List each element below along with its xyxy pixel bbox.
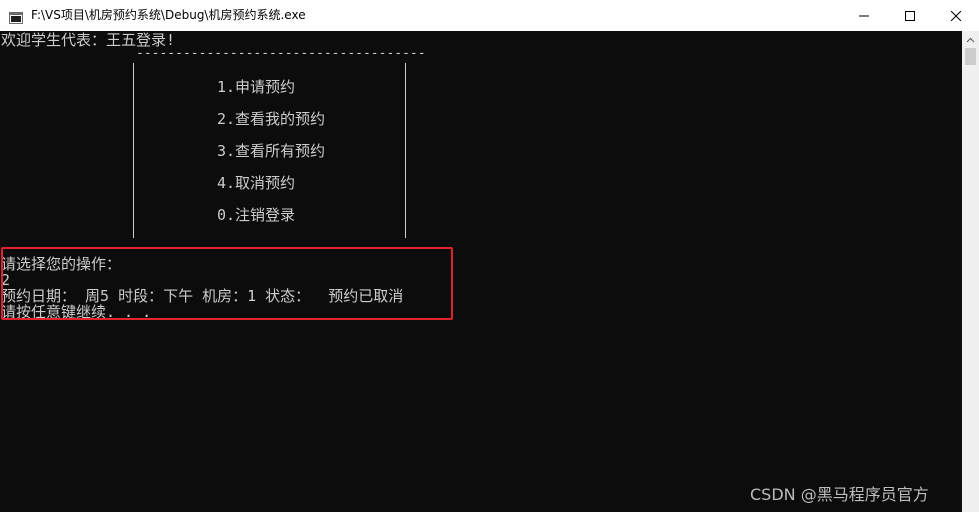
title-bar[interactable]: F:\VS项目\机房预约系统\Debug\机房预约系统.exe: [0, 0, 979, 31]
vertical-scrollbar[interactable]: [962, 31, 979, 512]
scroll-thumb[interactable]: [965, 48, 976, 65]
console-output[interactable]: 欢迎学生代表：王五登录! ---------------------------…: [0, 31, 962, 512]
console-app-icon: [9, 9, 23, 24]
minimize-icon: [859, 6, 869, 25]
menu-divider: -------------------------------------: [136, 46, 426, 61]
close-icon: [950, 6, 962, 25]
minimize-button[interactable]: [841, 0, 887, 31]
menu-left-border: [133, 63, 134, 238]
menu-item-apply: 1.申请预约: [217, 78, 296, 96]
window-title: F:\VS项目\机房预约系统\Debug\机房预约系统.exe: [31, 8, 306, 22]
menu-right-border: [405, 63, 406, 238]
menu-item-logout: 0.注销登录: [217, 206, 296, 224]
console-window: F:\VS项目\机房预约系统\Debug\机房预约系统.exe 欢迎学生代表：王…: [0, 0, 979, 512]
menu-item-view-all: 3.查看所有预约: [217, 142, 326, 160]
csdn-watermark: CSDN @黑马程序员官方: [750, 485, 929, 504]
maximize-icon: [905, 6, 915, 25]
close-button[interactable]: [933, 0, 979, 31]
maximize-button[interactable]: [887, 0, 933, 31]
menu-item-cancel: 4.取消预约: [217, 174, 296, 192]
menu-item-view-mine: 2.查看我的预约: [217, 110, 326, 128]
highlight-annotation: [1, 247, 453, 320]
scroll-up-arrow-icon[interactable]: [962, 31, 979, 48]
